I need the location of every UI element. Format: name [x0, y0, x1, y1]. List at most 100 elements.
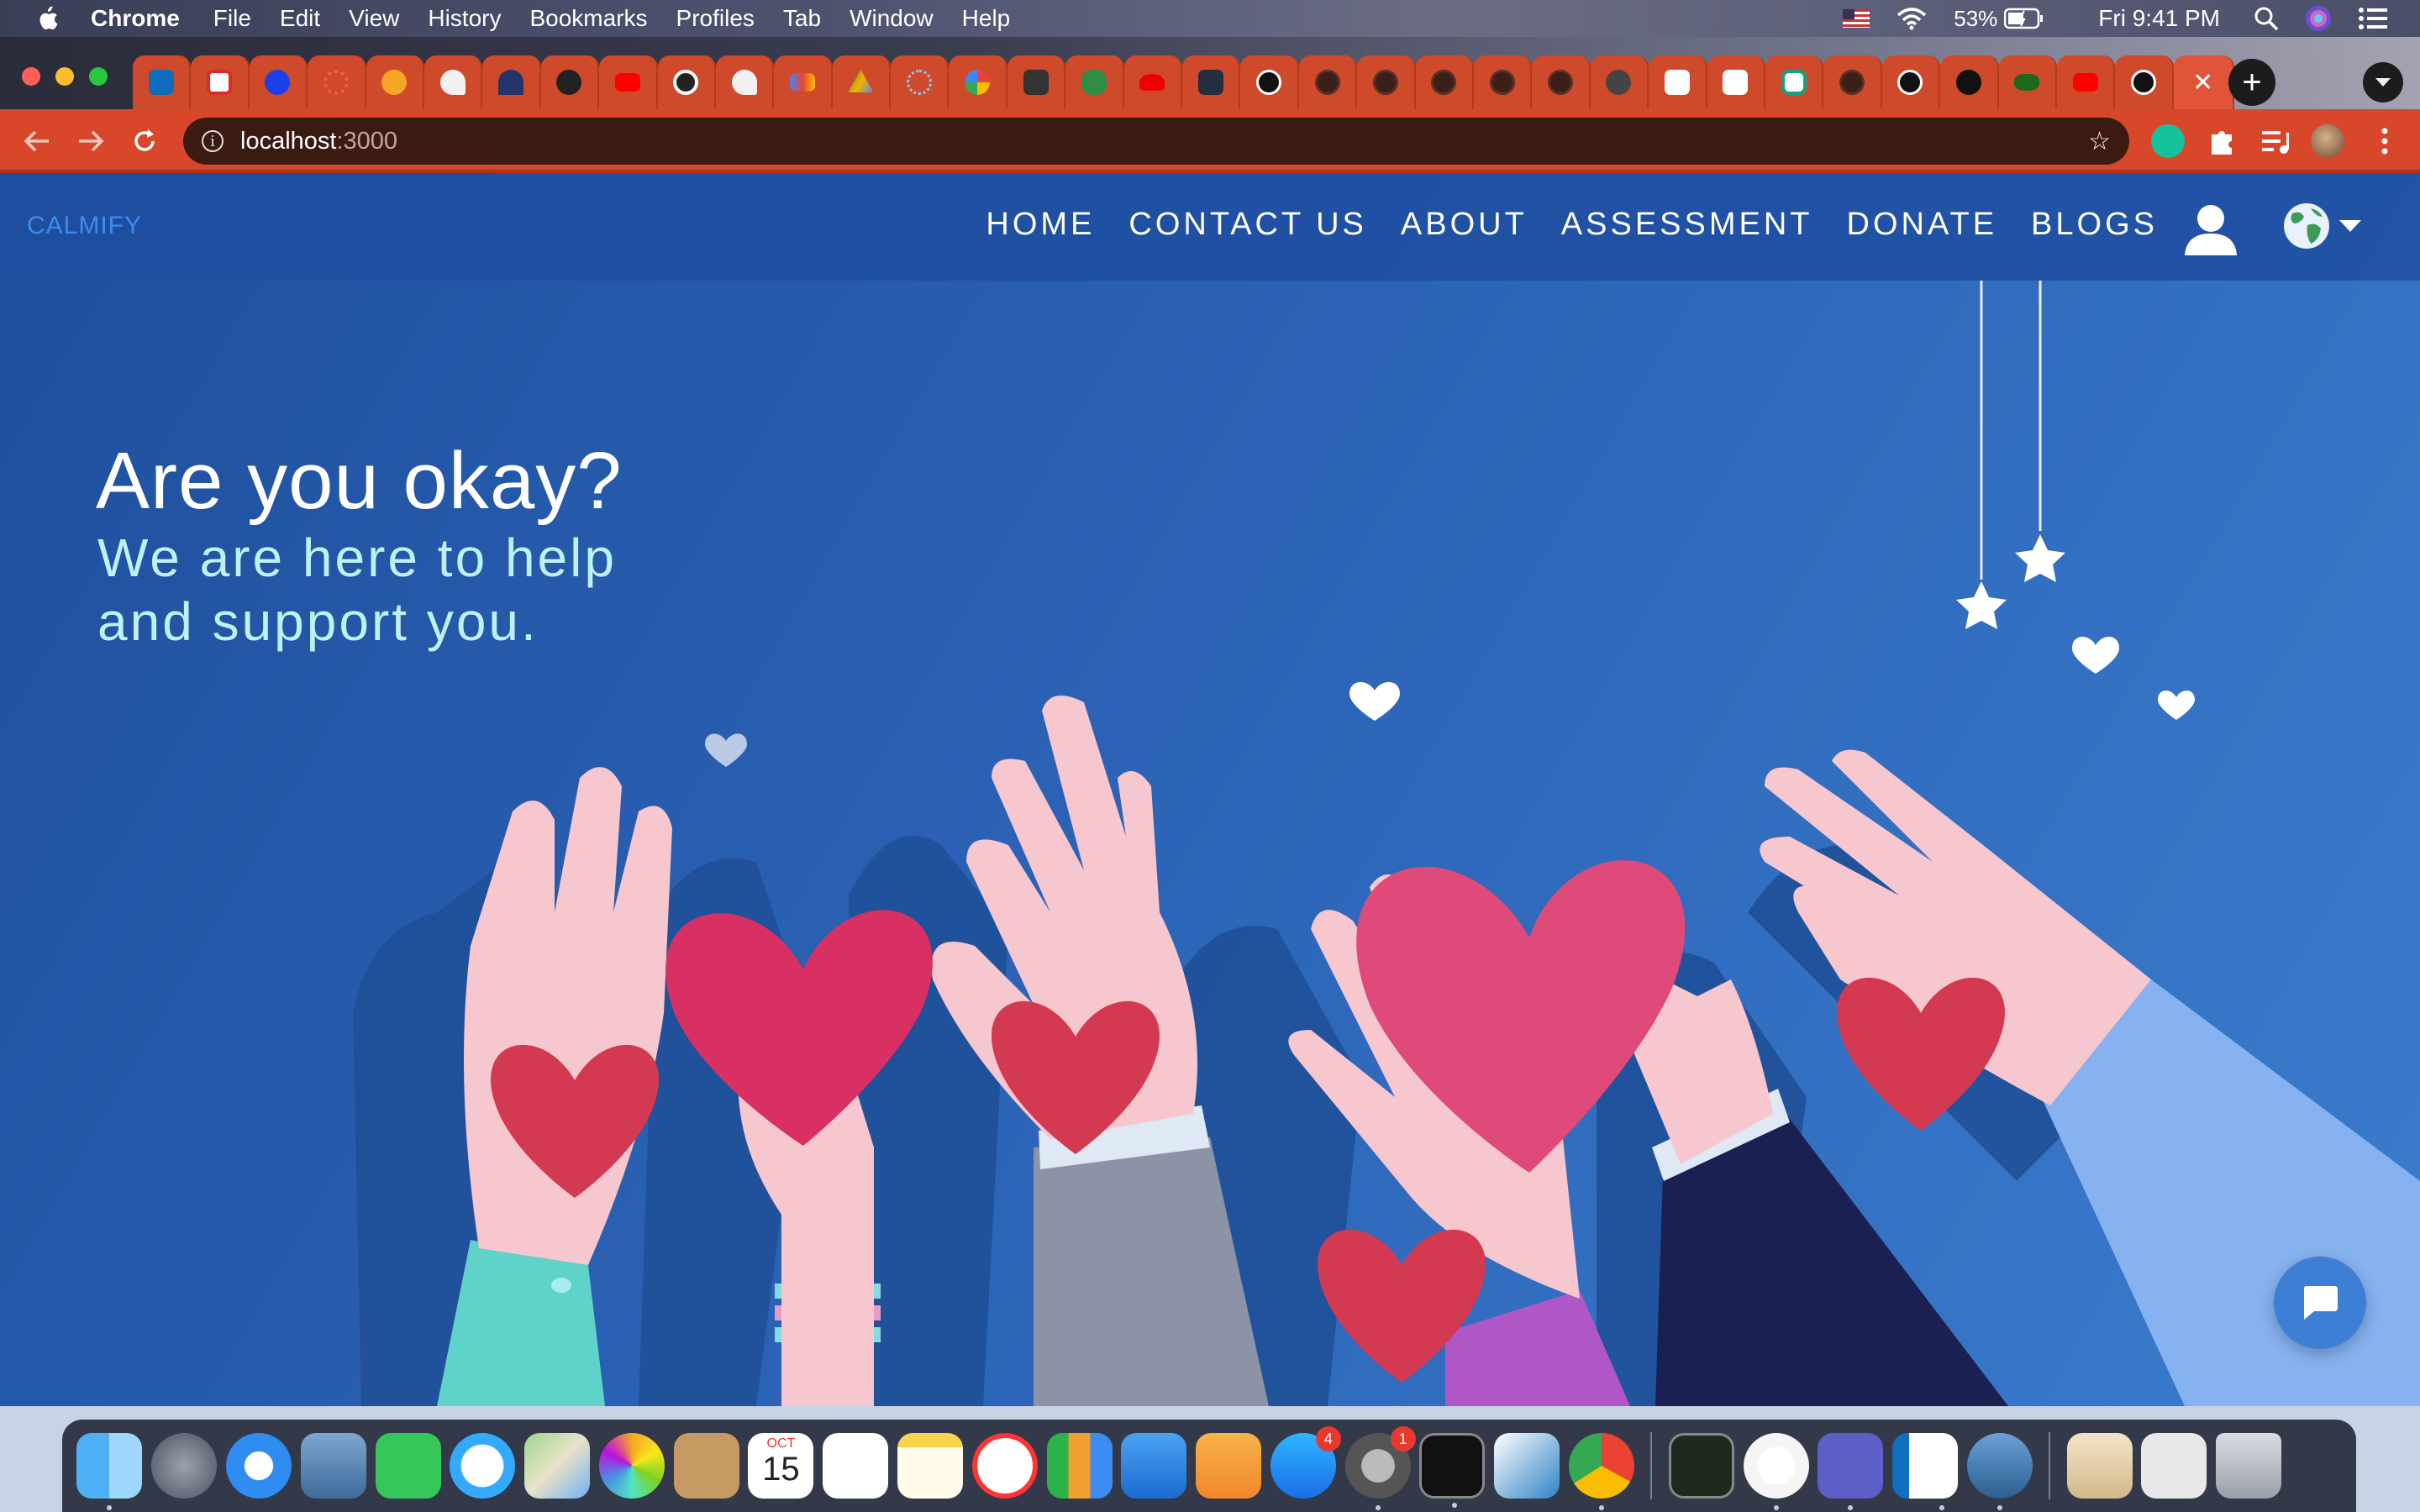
close-tab-icon[interactable]: ✕: [2192, 68, 2213, 97]
menu-tab[interactable]: Tab: [783, 5, 821, 32]
tab-github-7[interactable]: [1823, 55, 1882, 109]
nav-donate[interactable]: DONATE: [1847, 207, 1998, 243]
spotlight-search-icon[interactable]: [2254, 6, 2279, 31]
nav-home[interactable]: HOME: [986, 207, 1095, 243]
tab-ring[interactable]: [308, 55, 366, 109]
control-center-icon[interactable]: [2358, 7, 2388, 30]
tab-active-localhost[interactable]: ✕: [2173, 55, 2234, 109]
documents-stack-icon[interactable]: [2141, 1433, 2207, 1499]
calendar-icon[interactable]: OCT 15: [748, 1433, 814, 1499]
battery-icon[interactable]: [2004, 8, 2044, 29]
menu-help[interactable]: Help: [962, 5, 1011, 32]
messages-icon[interactable]: [450, 1433, 516, 1499]
system-preferences-icon[interactable]: 1: [1344, 1426, 1416, 1510]
nav-about[interactable]: ABOUT: [1401, 207, 1528, 243]
site-info-icon[interactable]: i: [202, 130, 224, 152]
tab-amazon[interactable]: [1182, 55, 1241, 109]
back-button[interactable]: [20, 124, 54, 158]
menu-profiles[interactable]: Profiles: [676, 5, 755, 32]
profile-avatar[interactable]: [2311, 124, 2344, 158]
menu-window[interactable]: Window: [850, 5, 934, 32]
tab-redhat[interactable]: [1123, 55, 1183, 109]
teams-icon[interactable]: [1818, 1433, 1884, 1510]
chat-button[interactable]: [2274, 1257, 2366, 1349]
tab-youtube[interactable]: [599, 55, 658, 109]
photos-icon[interactable]: [598, 1433, 665, 1499]
tab-triangle[interactable]: [1007, 55, 1066, 109]
tab-medium[interactable]: [1940, 55, 1999, 109]
tab-github-8[interactable]: [1881, 55, 1941, 109]
trash-icon[interactable]: [2216, 1433, 2282, 1499]
tab-github-4[interactable]: [1415, 55, 1474, 109]
menu-edit[interactable]: Edit: [280, 5, 320, 32]
new-tab-button[interactable]: +: [2228, 59, 2275, 106]
extensions-puzzle-icon[interactable]: [2205, 124, 2238, 158]
reload-button[interactable]: [128, 124, 161, 158]
downloads-stack-icon[interactable]: [2066, 1433, 2133, 1499]
notes-icon[interactable]: [897, 1433, 963, 1499]
tab-bird[interactable]: [424, 55, 483, 109]
menu-bookmarks[interactable]: Bookmarks: [529, 5, 647, 32]
tab-github-2[interactable]: [1298, 55, 1358, 109]
window-close-button[interactable]: [22, 67, 40, 86]
language-globe-icon[interactable]: [2282, 202, 2331, 250]
user-account-icon[interactable]: [2183, 202, 2238, 257]
tab-lambda[interactable]: [540, 55, 600, 109]
tab-gauge[interactable]: [482, 55, 541, 109]
nav-assessment[interactable]: ASSESSMENT: [1561, 207, 1813, 243]
window-minimize-button[interactable]: [55, 67, 74, 86]
tab-search-button[interactable]: [2363, 62, 2403, 102]
nav-contact-us[interactable]: CONTACT US: [1128, 207, 1367, 243]
chrome-menu-icon[interactable]: [2368, 124, 2402, 158]
tab-geeksforgeeks[interactable]: [1065, 55, 1124, 109]
tab-google[interactable]: [949, 55, 1007, 109]
tab-github-5[interactable]: [1473, 55, 1533, 109]
grammarly-icon[interactable]: [2151, 124, 2185, 158]
forward-button[interactable]: [74, 124, 108, 158]
tab-dotted-circle[interactable]: [891, 55, 950, 109]
activity-monitor-icon[interactable]: [1668, 1433, 1734, 1499]
mail-app-icon[interactable]: [300, 1433, 366, 1499]
virtualbox-icon[interactable]: [1494, 1433, 1560, 1499]
menu-app-name[interactable]: Chrome: [91, 5, 180, 32]
launchpad-icon[interactable]: [151, 1433, 218, 1499]
tab-github-6[interactable]: [1532, 55, 1591, 109]
tab-javascript[interactable]: [249, 55, 308, 109]
tab-asterisk[interactable]: [366, 55, 424, 109]
tab-wikipedia-1[interactable]: [1649, 55, 1707, 109]
tab-infinity[interactable]: [1998, 55, 2057, 109]
tab-github-9[interactable]: [2115, 55, 2174, 109]
nav-blogs[interactable]: BLOGS: [2031, 207, 2158, 243]
siri-icon[interactable]: [2304, 4, 2333, 33]
tab-bird-2[interactable]: [715, 55, 775, 109]
pages-icon[interactable]: [1196, 1433, 1262, 1499]
tab-wikipedia-2[interactable]: [1707, 55, 1765, 109]
music-icon[interactable]: [1743, 1433, 1809, 1510]
tab-github-3[interactable]: [1357, 55, 1416, 109]
address-bar[interactable]: i localhost:3000 ☆: [183, 118, 2129, 165]
menu-file[interactable]: File: [213, 5, 251, 32]
bookmark-star-icon[interactable]: ☆: [2088, 127, 2111, 156]
tab-spiral[interactable]: [657, 55, 716, 109]
numbers-icon[interactable]: [1046, 1433, 1113, 1499]
tab-openai[interactable]: [1765, 55, 1824, 109]
tab-github-1[interactable]: [1240, 55, 1299, 109]
contacts-icon[interactable]: [673, 1433, 739, 1499]
window-zoom-button[interactable]: [89, 67, 108, 86]
safari-icon[interactable]: [225, 1433, 292, 1499]
input-source-flag-icon[interactable]: [1843, 9, 1870, 28]
facetime-icon[interactable]: [375, 1433, 441, 1499]
tab-outlook[interactable]: [133, 55, 192, 109]
preview-icon[interactable]: [1966, 1433, 2033, 1510]
apple-menu-icon[interactable]: [35, 5, 59, 32]
terminal-icon[interactable]: [1419, 1433, 1486, 1508]
wifi-icon[interactable]: [1895, 7, 1928, 30]
tab-youtube-2[interactable]: [2056, 55, 2116, 109]
tab-acrobat[interactable]: [191, 55, 250, 109]
keynote-icon[interactable]: [1121, 1433, 1187, 1499]
menu-history[interactable]: History: [428, 5, 501, 32]
news-icon[interactable]: [971, 1433, 1038, 1499]
vscode-icon[interactable]: [1892, 1433, 1959, 1510]
maps-icon[interactable]: [524, 1433, 591, 1499]
language-dropdown-caret-icon[interactable]: [2339, 220, 2361, 232]
